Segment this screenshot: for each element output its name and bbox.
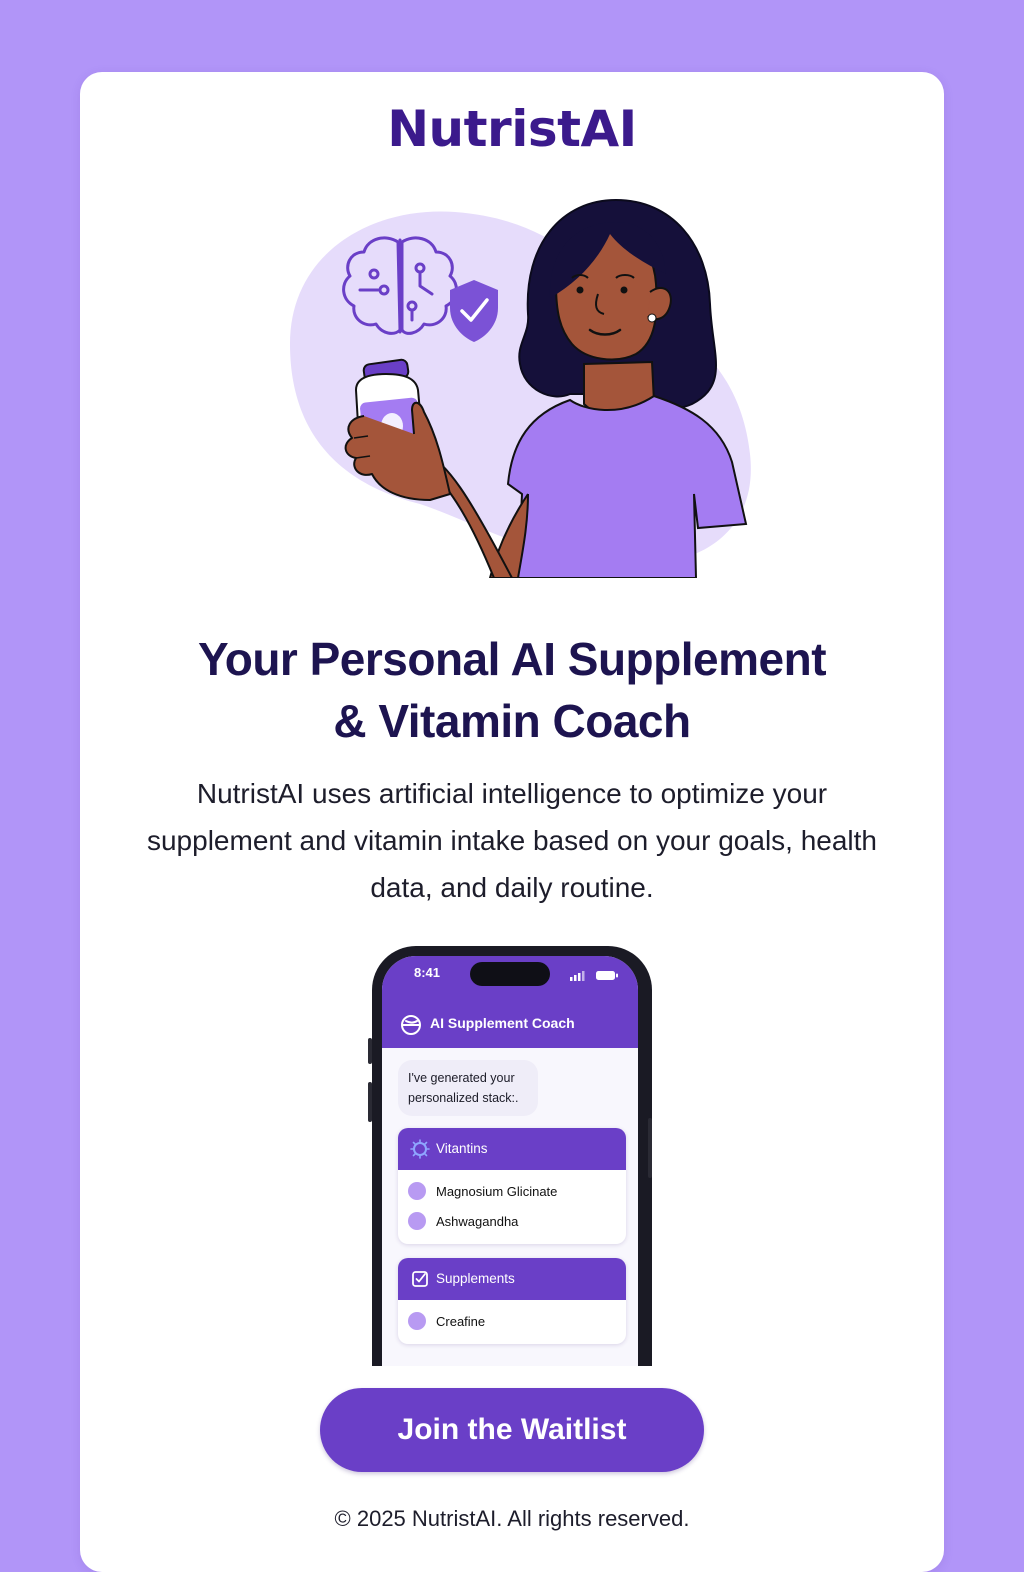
hero-headline: Your Personal AI Supplement & Vitamin Co… — [120, 628, 904, 752]
phone-side-button — [368, 1038, 372, 1064]
phone-status-bar: 8:41 — [382, 956, 638, 1000]
item-dot — [408, 1182, 426, 1200]
list-item-label: Ashwagandha — [436, 1214, 519, 1229]
dynamic-island — [470, 962, 550, 986]
checkbox-icon — [412, 1271, 428, 1287]
phone-screen: 8:41 AI Supplement Coach I've generated … — [382, 956, 638, 1366]
vitamins-section-header[interactable]: Vitantins — [398, 1128, 626, 1170]
list-item[interactable]: Magnosium Glicinate — [398, 1176, 626, 1206]
app-header: AI Supplement Coach — [382, 1000, 638, 1048]
headline-line-1: Your Personal AI Supplement — [197, 633, 827, 685]
status-time: 8:41 — [414, 965, 441, 980]
hero-description: NutristAI uses artificial intelligence t… — [146, 778, 878, 903]
supplements-section-header[interactable]: Supplements — [398, 1258, 626, 1300]
brand-title: NutristAI — [387, 100, 637, 158]
phone-side-button — [368, 1082, 372, 1122]
signal-battery-icon — [570, 971, 618, 981]
hero-illustration — [290, 198, 751, 578]
sun-icon — [410, 1139, 430, 1159]
supplements-section-title: Supplements — [436, 1271, 515, 1286]
list-item[interactable]: Ashwagandha — [398, 1206, 626, 1236]
list-item-label: Magnosium Glicinate — [436, 1184, 558, 1199]
footer-copyright: © 2025 NutristAI. All rights reserved. — [334, 1506, 690, 1531]
phone-mockup: 8:41 AI Supplement Coach I've generated … — [372, 946, 652, 1366]
landing-card: NutristAI Your Personal AI Supplement & … — [80, 72, 944, 1572]
supplements-section: Supplements Creafine — [398, 1258, 626, 1344]
chat-message: I've generated your personalized stack:. — [398, 1060, 538, 1116]
list-item[interactable]: Creafine — [398, 1306, 626, 1336]
pill-logo-icon — [401, 1015, 421, 1035]
vitamins-section: Vitantins Magnosium Glicinate Ashwagandh… — [398, 1128, 626, 1244]
headline-line-2: & Vitamin Coach — [333, 695, 691, 747]
app-title: AI Supplement Coach — [430, 1015, 575, 1031]
vitamins-section-title: Vitantins — [436, 1141, 488, 1156]
list-item-label: Creafine — [436, 1314, 486, 1329]
phone-side-button — [648, 1118, 652, 1178]
item-dot — [408, 1212, 426, 1230]
join-waitlist-button[interactable]: Join the Waitlist — [320, 1388, 704, 1472]
item-dot — [408, 1312, 426, 1330]
